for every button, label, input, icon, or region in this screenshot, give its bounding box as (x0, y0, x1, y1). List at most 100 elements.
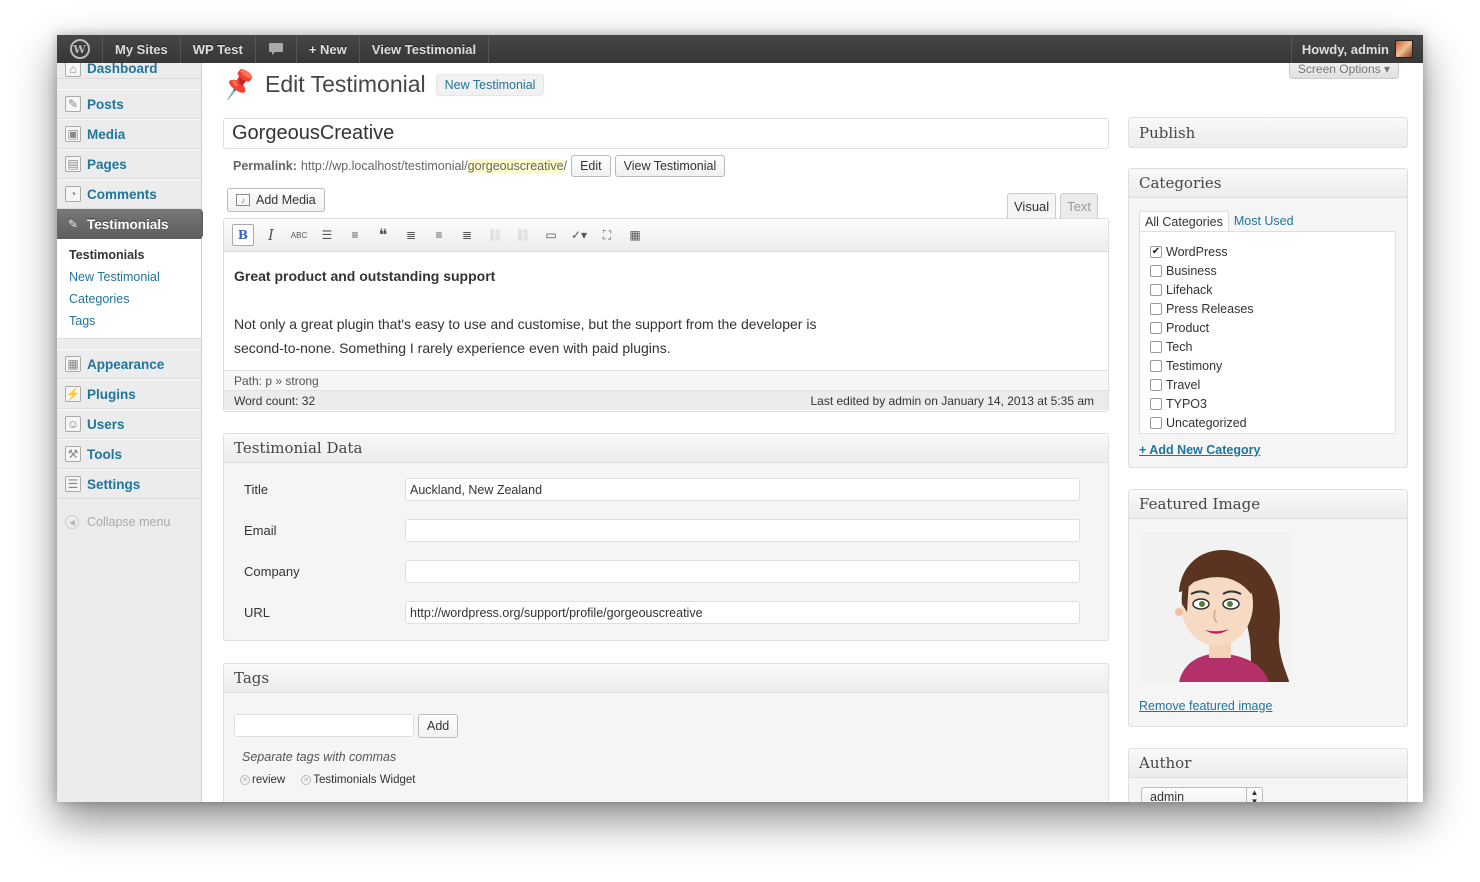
category-item[interactable]: Business (1150, 261, 1395, 280)
category-item[interactable]: Product (1150, 318, 1395, 337)
title-field[interactable]: Auckland, New Zealand (405, 478, 1080, 501)
link-icon[interactable]: ⛓ (484, 224, 506, 246)
checkbox[interactable] (1150, 378, 1162, 391)
add-media-button[interactable]: ♪ Add Media (227, 188, 325, 212)
sidebar-item-testimonials[interactable]: ✎ Testimonials (57, 209, 210, 239)
bullet-list-icon[interactable]: ☰ (316, 224, 338, 246)
more-tag-icon[interactable]: ▭ (540, 224, 562, 246)
url-field[interactable]: http://wordpress.org/support/profile/gor… (405, 601, 1080, 624)
checkbox[interactable] (1150, 283, 1162, 296)
checkbox[interactable] (1150, 302, 1162, 315)
editor-toolbar: B I ABC ☰ ≡ ❝ ≣ ≡ ≣ ⛓ ⛓ ▭ ✓▾ ⛶ ▦ (224, 219, 1108, 252)
remove-featured-image-link[interactable]: Remove featured image (1139, 699, 1272, 713)
checkbox-checked[interactable]: ✔ (1150, 245, 1162, 258)
tag-item: ✕ review (240, 774, 285, 786)
remove-tag-icon[interactable]: ✕ (240, 775, 250, 785)
tags-box: Tags Add Separate tags with commas ✕ revi… (223, 663, 1109, 802)
field-label: Email (244, 523, 277, 538)
sidebar-item-appearance[interactable]: ▦ Appearance (57, 349, 201, 379)
view-testimonial-button[interactable]: View Testimonial (614, 155, 726, 177)
featured-image[interactable] (1139, 532, 1289, 682)
checkbox[interactable] (1150, 340, 1162, 353)
category-item[interactable]: Testimony (1150, 356, 1395, 375)
sidebar-item-plugins[interactable]: ⚡ Plugins (57, 379, 201, 409)
author-heading[interactable]: Author (1129, 749, 1407, 778)
publish-heading[interactable]: Publish (1129, 118, 1407, 147)
italic-button[interactable]: I (260, 224, 282, 246)
checkbox[interactable] (1150, 321, 1162, 334)
strikethrough-button[interactable]: ABC (288, 224, 310, 246)
category-item[interactable]: Uncategorized (1150, 413, 1395, 432)
add-new-category-link[interactable]: + Add New Category (1139, 443, 1260, 457)
spellcheck-icon[interactable]: ✓▾ (568, 224, 590, 246)
align-left-icon[interactable]: ≣ (400, 224, 422, 246)
tab-all-categories[interactable]: All Categories (1139, 211, 1229, 232)
submenu-categories[interactable]: Categories (69, 288, 201, 310)
remove-tag-icon[interactable]: ✕ (301, 775, 312, 785)
tab-visual[interactable]: Visual (1007, 193, 1057, 219)
select-arrows-icon: ▲ ▼ (1246, 788, 1262, 802)
add-new-button[interactable]: New Testimonial (435, 73, 545, 96)
sidebar-item-users[interactable]: ☺ Users (57, 409, 201, 439)
tags-heading[interactable]: Tags (224, 664, 1108, 693)
view-testimonial-link[interactable]: View Testimonial (360, 35, 490, 63)
category-item[interactable]: Tech (1150, 337, 1395, 356)
category-item[interactable]: TYPO3 (1150, 394, 1395, 413)
checkbox[interactable] (1150, 397, 1162, 410)
edit-permalink-button[interactable]: Edit (571, 155, 611, 177)
sidebar-item-tools[interactable]: ⚒ Tools (57, 439, 201, 469)
testimonial-data-heading[interactable]: Testimonial Data (224, 434, 1108, 463)
site-name-link[interactable]: WP Test (181, 35, 256, 63)
submenu-new-testimonial[interactable]: New Testimonial (69, 266, 201, 288)
page-header: 📌 Edit Testimonial New Testimonial (221, 67, 545, 102)
tab-most-used[interactable]: Most Used (1229, 211, 1299, 232)
publish-box: Publish (1128, 117, 1408, 148)
main-content: Screen Options ▾ 📌 Edit Testimonial New … (203, 60, 1423, 802)
category-item[interactable]: Travel (1150, 375, 1395, 394)
editor-content[interactable]: Great product and outstanding support No… (224, 252, 1108, 370)
category-item[interactable]: Press Releases (1150, 299, 1395, 318)
avatar (1395, 40, 1413, 58)
permalink-slug[interactable]: gorgeouscreative (467, 159, 564, 173)
sidebar-item-posts[interactable]: ✎ Posts (57, 89, 201, 119)
appearance-icon: ▦ (65, 356, 81, 372)
my-sites-link[interactable]: My Sites (103, 35, 181, 63)
checkbox[interactable] (1150, 416, 1162, 429)
email-field[interactable] (405, 519, 1080, 542)
sidebar-item-settings[interactable]: ☰ Settings (57, 469, 201, 499)
comments-button[interactable] (256, 35, 297, 63)
checkbox[interactable] (1150, 359, 1162, 372)
author-select[interactable]: admin ▲ ▼ (1141, 787, 1263, 802)
permalink-end: / (563, 159, 568, 173)
sidebar-item-pages[interactable]: ▤ Pages (57, 149, 201, 179)
company-field[interactable] (405, 560, 1080, 583)
tab-text[interactable]: Text (1060, 193, 1099, 219)
numbered-list-icon[interactable]: ≡ (344, 224, 366, 246)
blockquote-icon[interactable]: ❝ (372, 224, 394, 246)
submenu-tags[interactable]: Tags (69, 310, 201, 332)
align-right-icon[interactable]: ≣ (456, 224, 478, 246)
fullscreen-icon[interactable]: ⛶ (596, 224, 618, 246)
new-content-button[interactable]: + New (297, 35, 360, 63)
sidebar-item-comments[interactable]: ◔ Comments (57, 179, 201, 209)
editor-tabs: Visual Text (1003, 193, 1099, 219)
wordpress-logo-button[interactable]: W (57, 35, 103, 63)
submenu-testimonials[interactable]: Testimonials (69, 244, 201, 266)
new-tag-input[interactable] (234, 714, 414, 737)
sidebar-item-media[interactable]: ▣ Media (57, 119, 201, 149)
bold-button[interactable]: B (232, 224, 254, 246)
featured-image-heading[interactable]: Featured Image (1129, 490, 1407, 519)
category-item[interactable]: ✔ WordPress (1150, 242, 1395, 261)
align-center-icon[interactable]: ≡ (428, 224, 450, 246)
category-item[interactable]: Lifehack (1150, 280, 1395, 299)
page-title: Edit Testimonial (265, 71, 426, 97)
add-tag-button[interactable]: Add (418, 714, 459, 738)
collapse-menu-button[interactable]: ◀ Collapse menu (57, 507, 201, 537)
checkbox[interactable] (1150, 264, 1162, 277)
my-account-menu[interactable]: Howdy, admin (1290, 35, 1423, 63)
kitchen-sink-icon[interactable]: ▦ (624, 224, 646, 246)
categories-heading[interactable]: Categories (1129, 169, 1407, 198)
unlink-icon[interactable]: ⛓ (512, 224, 534, 246)
post-title-input[interactable]: GorgeousCreative (223, 118, 1109, 149)
content-line-2: second-to-none. Something I rarely exper… (234, 340, 671, 356)
